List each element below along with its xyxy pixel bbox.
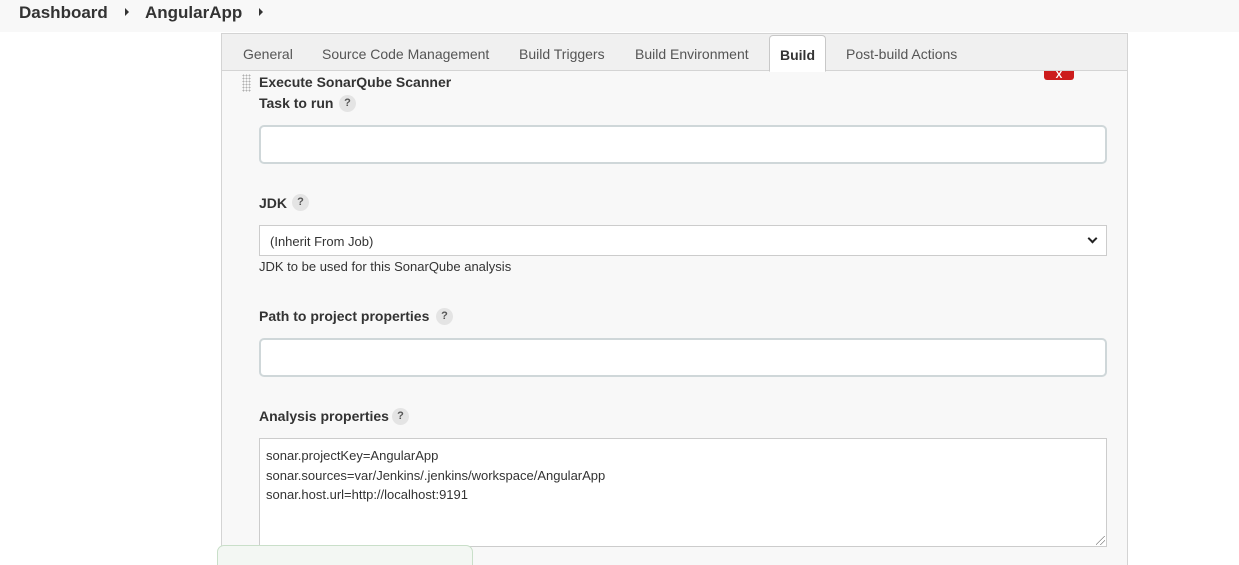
task-to-run-label: Task to run <box>259 95 334 111</box>
path-to-project-properties-input[interactable] <box>259 338 1107 377</box>
help-question-icon[interactable]: ? <box>339 95 356 112</box>
build-step-title: Execute SonarQube Scanner <box>259 74 452 90</box>
resize-grip-icon[interactable] <box>1096 536 1105 545</box>
drag-handle-icon[interactable] <box>242 74 251 92</box>
analysis-properties-textarea[interactable]: sonar.projectKey=AngularApp sonar.source… <box>259 438 1107 547</box>
bottom-action-bar <box>217 545 473 565</box>
breadcrumb-project-link[interactable]: AngularApp <box>145 3 242 23</box>
path-to-project-properties-label: Path to project properties <box>259 308 430 324</box>
analysis-properties-label: Analysis properties <box>259 408 389 424</box>
help-question-icon[interactable]: ? <box>392 408 409 425</box>
config-tabbar: General Source Code Management Build Tri… <box>222 34 1127 72</box>
tab-build[interactable]: Build <box>769 35 826 72</box>
caret-right-icon[interactable] <box>259 8 263 16</box>
tab-post-build-actions[interactable]: Post-build Actions <box>846 46 957 62</box>
tab-source-code-management[interactable]: Source Code Management <box>322 46 489 62</box>
breadcrumb: Dashboard AngularApp <box>0 0 1239 32</box>
jdk-select-value: (Inherit From Job) <box>270 234 374 249</box>
jdk-label: JDK <box>259 195 288 211</box>
analysis-property-line: sonar.host.url=http://localhost:9191 <box>266 487 468 502</box>
chevron-down-icon <box>1087 233 1098 244</box>
caret-right-icon[interactable] <box>125 8 129 16</box>
analysis-property-line: sonar.projectKey=AngularApp <box>266 448 439 463</box>
tab-general[interactable]: General <box>243 46 293 62</box>
jdk-description: JDK to be used for this SonarQube analys… <box>259 259 512 274</box>
help-question-icon[interactable]: ? <box>436 308 453 325</box>
tab-build-triggers[interactable]: Build Triggers <box>519 46 605 62</box>
jdk-select[interactable]: (Inherit From Job) <box>259 225 1107 256</box>
task-to-run-input[interactable] <box>259 125 1107 164</box>
help-question-icon[interactable]: ? <box>292 194 309 211</box>
tab-build-environment[interactable]: Build Environment <box>635 46 749 62</box>
analysis-property-line: sonar.sources=var/Jenkins/.jenkins/works… <box>266 467 606 483</box>
breadcrumb-dashboard-link[interactable]: Dashboard <box>19 3 108 23</box>
delete-step-button[interactable]: X <box>1044 71 1074 80</box>
